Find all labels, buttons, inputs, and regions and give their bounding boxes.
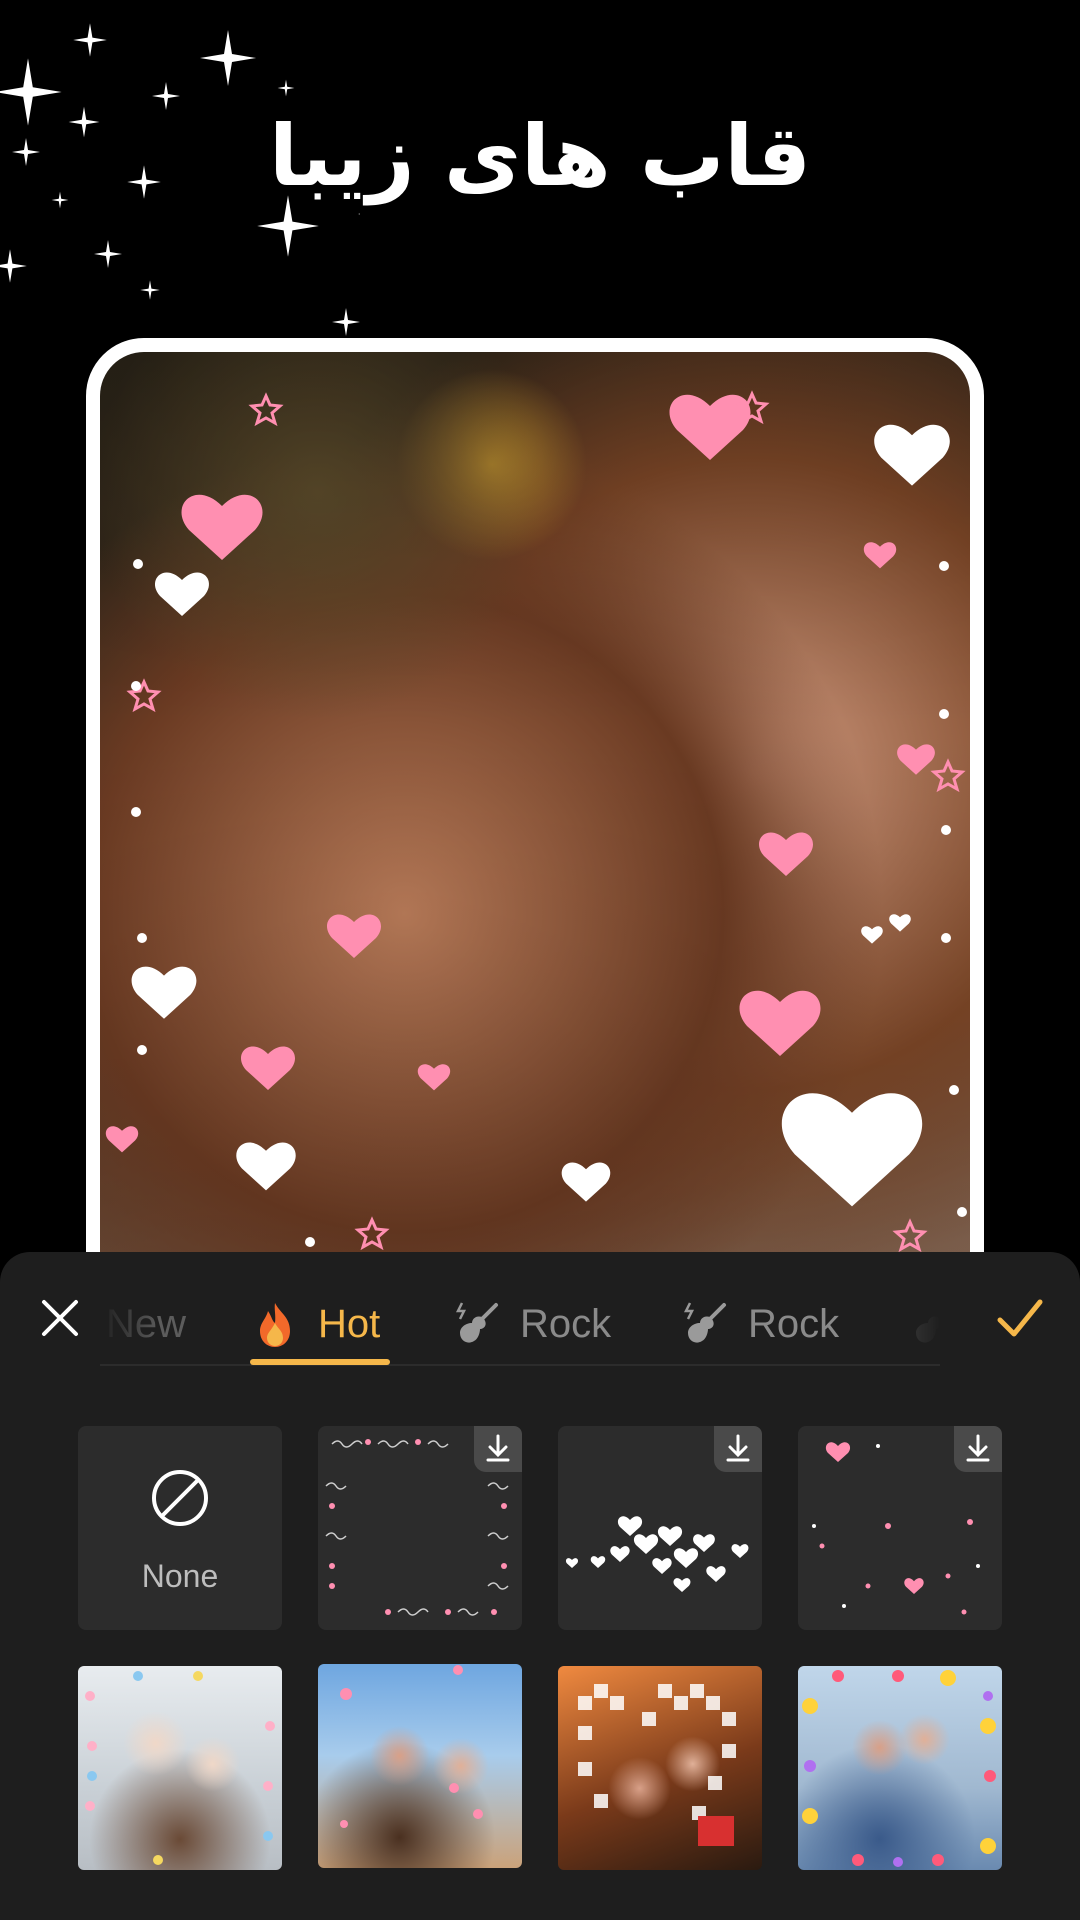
frame-scattered-hearts[interactable] xyxy=(798,1426,1002,1630)
none-icon xyxy=(152,1470,208,1526)
guitar-icon xyxy=(683,1302,726,1343)
tab-rock[interactable]: Rock xyxy=(452,1276,611,1372)
download-icon xyxy=(486,1434,510,1462)
tabs-fade-right xyxy=(880,1276,940,1372)
tab-label: Rock xyxy=(520,1301,612,1346)
frame-white-hearts[interactable] xyxy=(558,1426,762,1630)
frame-pixel-heart[interactable] xyxy=(558,1666,762,1870)
page-headline: قاب های زیبا xyxy=(269,107,811,205)
guitar-icon xyxy=(455,1302,498,1343)
frame-love-text[interactable] xyxy=(318,1426,522,1630)
frame-kiss-couple[interactable] xyxy=(318,1664,522,1868)
tabs-divider xyxy=(100,1364,940,1366)
frame-preview xyxy=(86,338,984,1288)
tabs-fade-left xyxy=(100,1276,160,1372)
download-icon xyxy=(966,1434,990,1462)
category-tabs: New Hot Rock Rock xyxy=(100,1276,940,1372)
frame-none[interactable]: None xyxy=(78,1426,282,1630)
emoji-thumbnail xyxy=(802,1670,996,1867)
winter-couple-thumbnail xyxy=(85,1671,275,1865)
frame-winter-couple[interactable] xyxy=(78,1666,282,1870)
download-icon xyxy=(726,1434,750,1462)
active-tab-indicator xyxy=(250,1359,390,1365)
frame-emoji[interactable] xyxy=(798,1666,1002,1870)
tab-label: Hot xyxy=(318,1301,381,1346)
kiss-couple-thumbnail xyxy=(340,1665,483,1828)
tab-label: Rock xyxy=(748,1301,840,1346)
none-label: None xyxy=(141,1558,219,1594)
pixel-heart-thumbnail xyxy=(578,1684,736,1846)
checkmark-icon[interactable] xyxy=(992,1290,1048,1346)
download-badge xyxy=(954,1426,1002,1472)
fire-icon xyxy=(260,1303,290,1347)
heart-frame-overlay xyxy=(105,392,967,1251)
tab-hot[interactable]: Hot xyxy=(250,1276,380,1372)
close-icon[interactable] xyxy=(36,1294,84,1342)
download-badge xyxy=(474,1426,522,1472)
download-badge xyxy=(714,1426,762,1472)
tab-rock-2[interactable]: Rock xyxy=(680,1276,839,1372)
